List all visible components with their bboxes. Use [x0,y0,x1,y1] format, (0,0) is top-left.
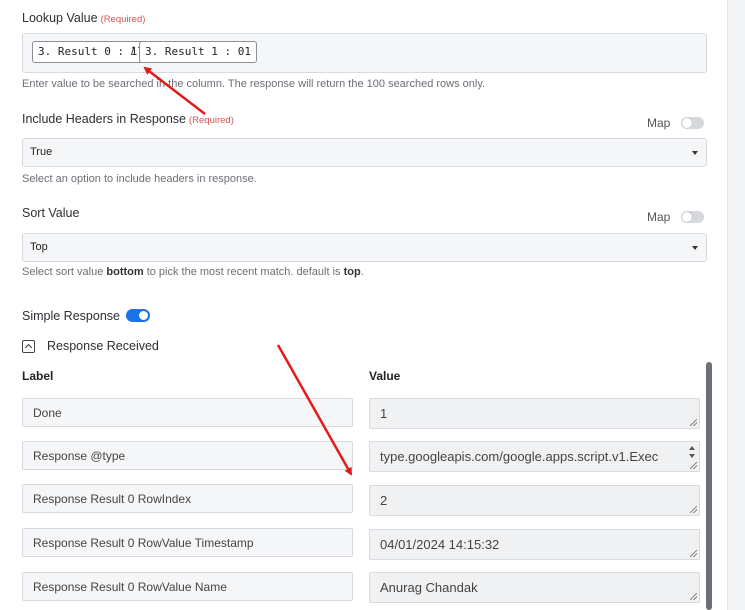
row-label-field: Response Result 0 RowValue Name [22,572,353,601]
sort-map-label: Map [647,210,671,224]
lookup-value-label-text: Lookup Value [22,11,98,25]
simple-response-toggle[interactable] [126,309,150,322]
lookup-value-label: Lookup Value (Required) [22,11,145,25]
collapse-response-button[interactable] [22,340,35,353]
headers-map-toggle[interactable] [681,117,704,129]
row-value-text: type.googleapis.com/google.apps.script.v… [380,449,659,464]
resize-grip-icon[interactable] [690,462,697,469]
row-value-field[interactable]: 1 [369,398,700,429]
sort-help-suffix: . [360,266,364,278]
caret-down-icon [692,151,698,155]
resize-grip-icon[interactable] [690,593,697,600]
row-label-field: Response @type [22,441,353,470]
row-value-text: 2 [380,493,388,508]
sort-value-value: Top [30,241,48,253]
include-headers-label-text: Include Headers in Response [22,112,186,126]
row-label-field: Response Result 0 RowIndex [22,484,353,513]
include-headers-label: Include Headers in Response (Required) [22,112,234,126]
sort-help-top: top [343,266,361,278]
sort-value-select[interactable]: Top [22,233,707,262]
resize-grip-icon[interactable] [690,419,697,426]
spinner-arrows-icon[interactable] [688,445,697,460]
response-received-label: Response Received [47,339,159,353]
sort-value-label: Sort Value [22,206,80,220]
include-headers-select[interactable]: True [22,138,707,167]
row-label-field: Response Result 0 RowValue Timestamp [22,528,353,557]
lookup-value-input[interactable]: 3. Result 0 : 17 / 3. Result 1 : 01 [22,33,707,73]
column-header-label: Label [22,369,54,383]
required-marker: (Required) [189,115,234,126]
resize-grip-icon[interactable] [690,550,697,557]
row-value-text: 04/01/2024 14:15:32 [380,537,500,552]
headers-map-label: Map [647,116,671,130]
sort-help-prefix: Select sort value [22,266,107,278]
row-label-field: Done [22,398,353,427]
row-value-text: Anurag Chandak [380,580,478,595]
form-panel: Lookup Value (Required) 3. Result 0 : 17 … [0,0,727,610]
include-headers-help: Select an option to include headers in r… [22,173,257,185]
lookup-chip-2[interactable]: 3. Result 1 : 01 [139,41,257,63]
include-headers-value: True [30,146,53,158]
sort-help-middle: to pick the most recent match. default i… [143,266,344,278]
sort-map-toggle[interactable] [681,211,704,223]
lookup-value-help: Enter value to be searched in the column… [22,78,486,90]
right-scroll-gutter [727,0,745,610]
scrollbar-thumb[interactable] [706,362,712,610]
sort-value-help: Select sort value bottom to pick the mos… [22,266,364,278]
column-header-value: Value [369,369,401,383]
caret-down-icon [692,246,698,250]
row-value-text: 1 [380,406,388,421]
chip-separator: / [131,44,135,58]
row-value-field[interactable]: 04/01/2024 14:15:32 [369,529,700,560]
simple-response-label: Simple Response [22,309,120,323]
resize-grip-icon[interactable] [690,506,697,513]
row-value-field[interactable]: Anurag Chandak [369,572,700,603]
row-value-field[interactable]: 2 [369,485,700,516]
required-marker: (Required) [100,14,146,25]
sort-help-bottom: bottom [106,266,144,278]
row-value-field[interactable]: type.googleapis.com/google.apps.script.v… [369,441,700,472]
